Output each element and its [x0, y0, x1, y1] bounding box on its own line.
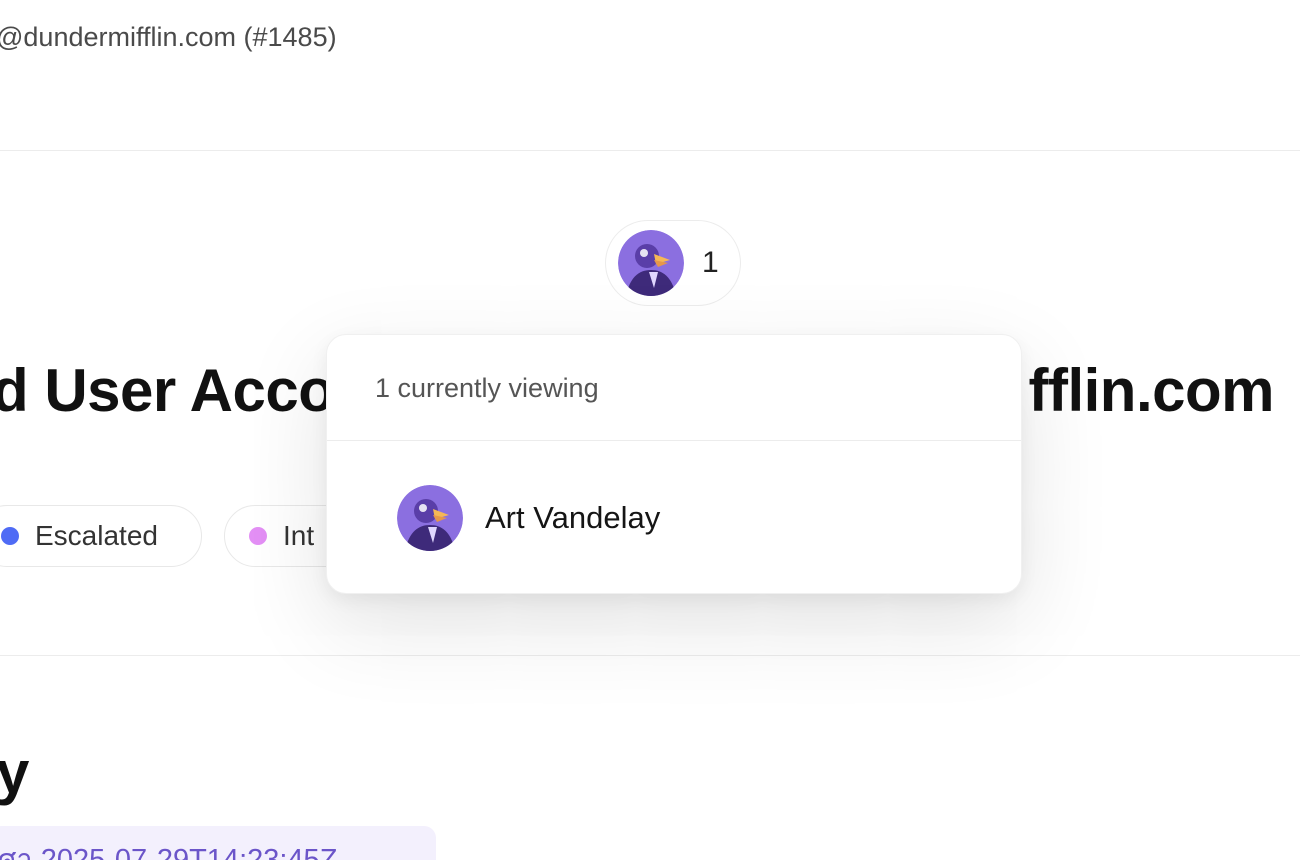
user-avatar-icon — [618, 230, 684, 296]
ticket-title-end: fflin.com — [1028, 357, 1275, 424]
tag-escalated[interactable]: Escalated — [0, 505, 202, 567]
header-divider — [0, 150, 1300, 151]
section-divider — [0, 655, 1300, 656]
requester-email: @dundermifflin.com (#1485) — [0, 22, 337, 52]
status-dot-icon — [1, 527, 19, 545]
viewer-list-item[interactable]: Art Vandelay — [327, 441, 1021, 551]
viewer-name: Art Vandelay — [485, 500, 661, 535]
activity-section-title: y — [0, 739, 30, 806]
viewers-button[interactable]: 1 — [605, 220, 741, 306]
status-dot-icon — [249, 527, 267, 545]
timestamp-badge: ศา 2025-07-29T14:23:45Z — [0, 826, 436, 860]
tag-label: Escalated — [35, 520, 158, 551]
popover-heading: 1 currently viewing — [327, 335, 1021, 441]
user-avatar-icon — [397, 485, 463, 551]
viewer-count: 1 — [702, 246, 719, 279]
viewers-popover: 1 currently viewing Art Vandelay — [326, 334, 1022, 594]
ticket-page: @dundermifflin.com (#1485) 1 d User Acco… — [0, 0, 1300, 860]
tag-label: Int — [283, 520, 315, 551]
ticket-title: d User Acco — [0, 357, 335, 424]
